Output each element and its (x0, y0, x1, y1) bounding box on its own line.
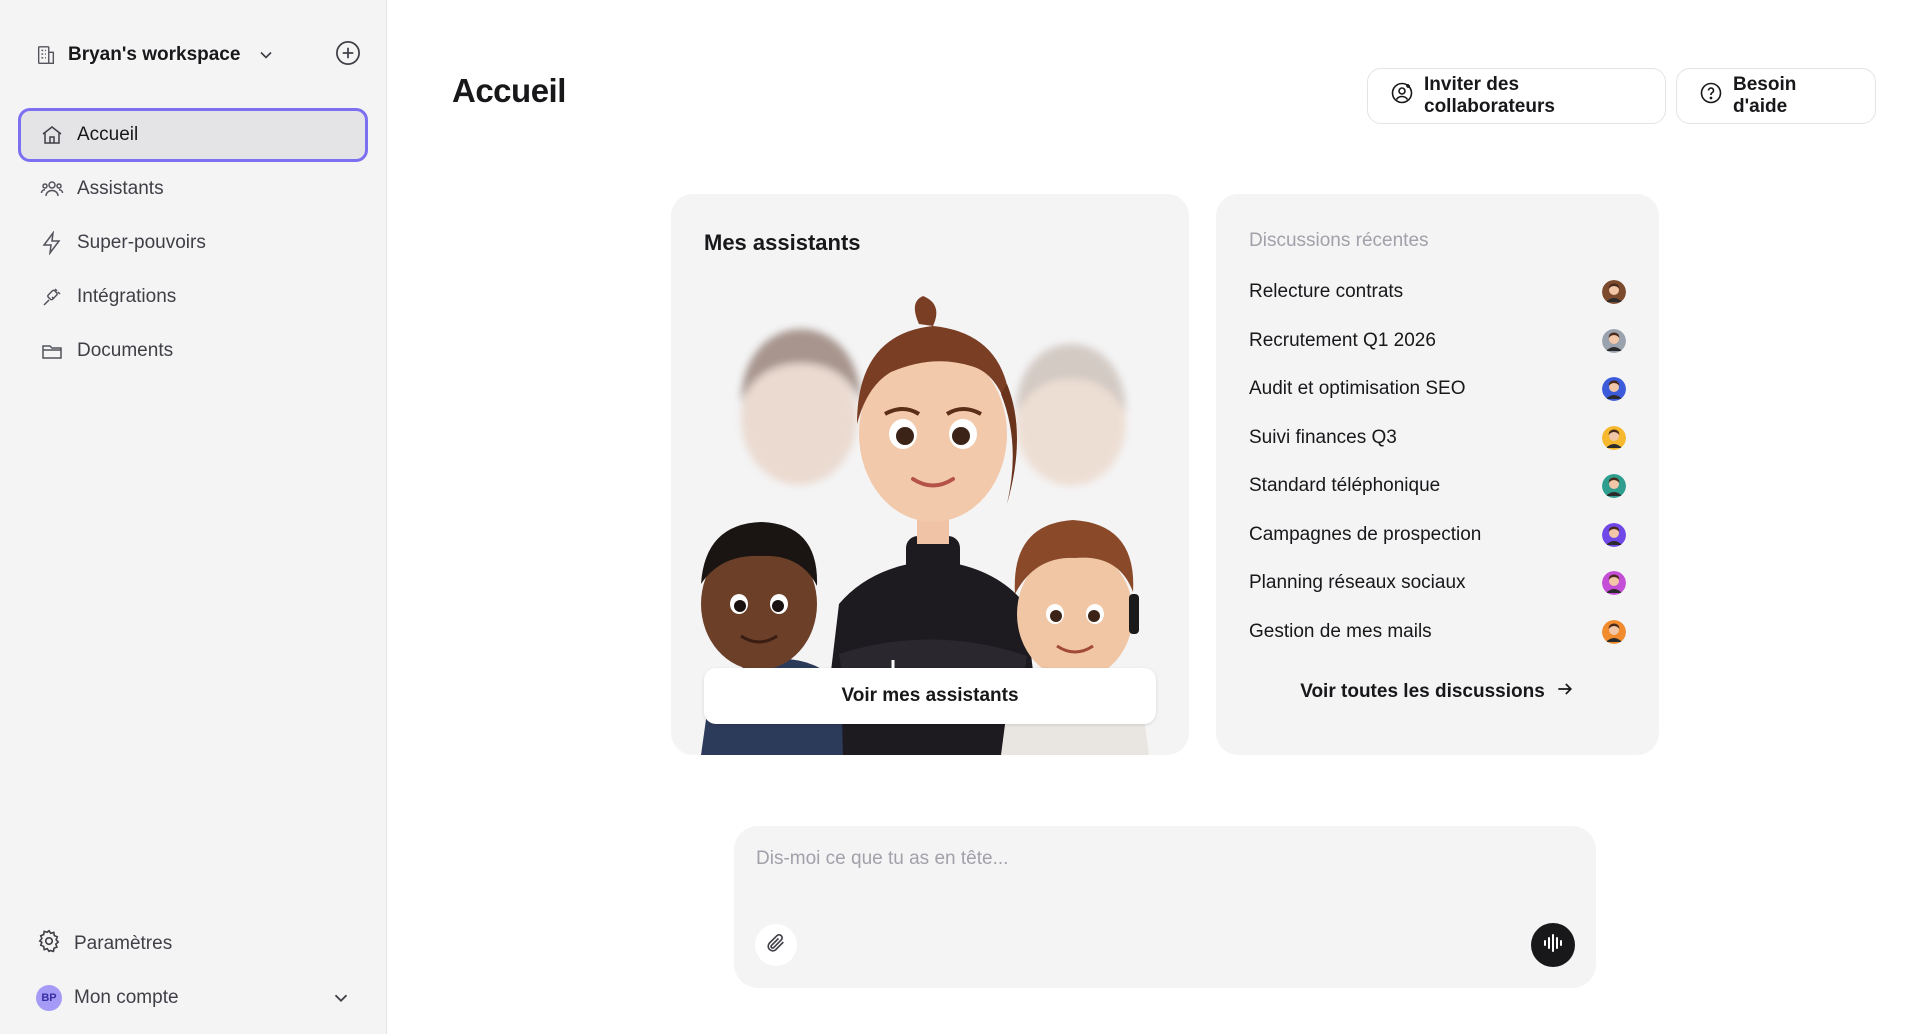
sidebar-item-label: Documents (77, 340, 174, 361)
sidebar-item-assistants[interactable]: Assistants (18, 162, 368, 216)
lightning-icon (39, 230, 65, 256)
message-input[interactable] (756, 848, 1556, 888)
assistant-avatar (1602, 328, 1626, 353)
invite-label: Inviter des collaborateurs (1424, 74, 1555, 117)
discussion-item[interactable]: Audit et optimisation SEO (1249, 365, 1626, 414)
page-title: Accueil (452, 72, 566, 109)
sidebar-nav: Accueil Assistants Super-pouvoirs Intégr… (18, 108, 368, 378)
discussion-item[interactable]: Standard téléphonique (1249, 462, 1626, 511)
discussion-item[interactable]: Gestion de mes mails (1249, 608, 1626, 657)
audio-waveform-icon (1541, 931, 1565, 960)
building-icon (34, 43, 58, 67)
assistants-card: Mes assistants Voir mes assistants (671, 194, 1189, 755)
arrow-right-icon (1555, 679, 1575, 705)
discussion-label: Planning réseaux sociaux (1249, 572, 1466, 594)
sidebar-item-label: Super-pouvoirs (77, 232, 206, 253)
folder-icon (39, 338, 65, 364)
settings-label: Paramètres (74, 933, 173, 954)
sidebar: Bryan's workspace Accueil Assistants Sup… (0, 0, 387, 1034)
discussion-label: Standard téléphonique (1249, 475, 1441, 497)
discussion-label: Gestion de mes mails (1249, 620, 1432, 642)
discussion-label: Campagnes de prospection (1249, 523, 1482, 545)
see-all-discussions-link[interactable]: Voir toutes les discussions (1216, 672, 1659, 712)
paperclip-icon (765, 932, 787, 959)
discussion-label: Suivi finances Q3 (1249, 426, 1397, 448)
home-icon (39, 122, 65, 148)
plus-circle-icon (334, 39, 362, 72)
discussion-item[interactable]: Recrutement Q1 2026 (1249, 317, 1626, 366)
settings-link[interactable]: Paramètres (36, 928, 172, 960)
discussion-item[interactable]: Suivi finances Q3 (1249, 414, 1626, 463)
account-label: Mon compte (74, 987, 179, 1008)
help-label: Besoin d'aide (1733, 74, 1797, 117)
sidebar-item-super-pouvoirs[interactable]: Super-pouvoirs (18, 216, 368, 270)
sidebar-item-integrations[interactable]: Intégrations (18, 270, 368, 324)
workspace-switcher[interactable]: Bryan's workspace (34, 40, 276, 70)
assistant-avatar (1602, 280, 1626, 305)
recent-discussions-title: Discussions récentes (1249, 230, 1429, 251)
workspace-name: Bryan's workspace (68, 44, 241, 65)
gear-icon (36, 928, 62, 960)
assistant-avatar (1602, 619, 1626, 644)
recent-discussions-card: Discussions récentes Relecture contrats … (1216, 194, 1659, 755)
chevron-down-icon (256, 45, 276, 65)
discussion-list: Relecture contrats Recrutement Q1 2026 A… (1249, 268, 1626, 656)
attach-file-button[interactable] (755, 924, 797, 966)
assistants-card-title: Mes assistants (704, 230, 861, 255)
assistant-avatar (1602, 377, 1626, 402)
discussion-item[interactable]: Planning réseaux sociaux (1249, 559, 1626, 608)
discussion-label: Relecture contrats (1249, 281, 1404, 303)
sidebar-item-documents[interactable]: Documents (18, 324, 368, 378)
assistant-avatar (1602, 522, 1626, 547)
discussion-item[interactable]: Relecture contrats (1249, 268, 1626, 317)
discussion-label: Recrutement Q1 2026 (1249, 329, 1436, 351)
voice-input-button[interactable] (1531, 923, 1575, 967)
question-circle-icon (1699, 81, 1723, 111)
discussion-item[interactable]: Campagnes de prospection (1249, 511, 1626, 560)
users-icon (39, 176, 65, 202)
sidebar-item-accueil[interactable]: Accueil (18, 108, 368, 162)
add-workspace-button[interactable] (333, 40, 363, 70)
discussion-label: Audit et optimisation SEO (1249, 378, 1466, 400)
see-assistants-button[interactable]: Voir mes assistants (704, 668, 1156, 724)
invite-collaborators-button[interactable]: Inviter des collaborateurs (1367, 68, 1666, 124)
sidebar-item-label: Assistants (77, 178, 164, 199)
see-all-label: Voir toutes les discussions (1300, 681, 1545, 702)
assistant-avatar (1602, 474, 1626, 499)
assistant-avatar (1602, 425, 1626, 450)
chevron-down-icon (330, 987, 352, 1009)
message-composer (734, 826, 1596, 988)
user-plus-icon (1390, 81, 1414, 111)
help-button[interactable]: Besoin d'aide (1676, 68, 1876, 124)
assistant-avatar (1602, 571, 1626, 596)
avatar: BP (36, 985, 62, 1011)
sidebar-item-label: Accueil (77, 124, 139, 145)
account-menu[interactable]: BP Mon compte (36, 982, 352, 1014)
plug-icon (39, 284, 65, 310)
sidebar-item-label: Intégrations (77, 286, 177, 307)
